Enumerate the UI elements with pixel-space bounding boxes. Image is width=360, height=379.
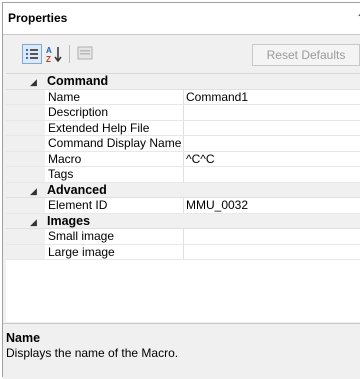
column-divider[interactable] <box>183 229 184 244</box>
svg-text:Z: Z <box>46 55 51 64</box>
property-row[interactable]: Tags <box>6 167 360 183</box>
svg-text:A: A <box>46 46 52 55</box>
row-gutter <box>6 244 45 259</box>
property-row[interactable]: Element ID MMU_0032 <box>6 198 360 214</box>
properties-panel: Properties ⌃ A Z <box>2 2 360 379</box>
property-name: Large image <box>48 244 115 259</box>
panel-title-bar: Properties ⌃ <box>3 3 360 35</box>
property-row[interactable]: Name Command1 <box>6 89 360 105</box>
property-row[interactable]: Command Display Name <box>6 136 360 152</box>
category-label: Command <box>47 74 109 88</box>
category-row-images[interactable]: ◢ Images <box>6 213 360 229</box>
category-label: Images <box>47 213 91 228</box>
properties-toolbar: A Z Reset Defaults <box>3 35 360 71</box>
property-grid: ◢ Command Name Command1 Description Extended … <box>6 73 360 322</box>
row-gutter <box>6 136 45 151</box>
row-gutter <box>6 167 45 182</box>
property-value[interactable]: Command1 <box>186 90 360 105</box>
property-name: Macro <box>48 151 82 166</box>
collapse-triangle-icon[interactable]: ◢ <box>30 184 37 198</box>
column-divider[interactable] <box>183 105 184 120</box>
reset-defaults-button[interactable]: Reset Defaults <box>252 44 360 66</box>
property-name: Small image <box>48 229 115 243</box>
category-label: Advanced <box>47 182 107 197</box>
column-divider[interactable] <box>183 244 184 259</box>
property-name: Command Display Name <box>48 136 181 150</box>
property-row[interactable]: Small image <box>6 229 360 245</box>
property-row[interactable]: Extended Help File <box>6 120 360 136</box>
toolbar-separator <box>69 45 70 63</box>
row-gutter <box>6 198 45 213</box>
column-divider[interactable] <box>183 120 184 135</box>
description-title: Name <box>6 331 41 345</box>
property-name: Description <box>48 105 109 119</box>
categorized-view-button[interactable] <box>22 44 42 64</box>
description-text: Displays the name of the Macro. <box>6 346 179 360</box>
row-gutter <box>6 105 45 120</box>
column-divider[interactable] <box>183 151 184 166</box>
categorized-view-icon <box>26 49 38 59</box>
category-row-advanced[interactable]: ◢ Advanced <box>6 182 360 198</box>
row-gutter <box>6 229 45 244</box>
property-value[interactable]: ^C^C <box>186 152 360 167</box>
alphabetical-sort-button[interactable]: A Z <box>45 44 65 64</box>
property-row[interactable]: Macro ^C^C <box>6 151 360 167</box>
description-pane: Name Displays the name of the Macro. <box>3 323 360 379</box>
column-divider[interactable] <box>183 89 184 104</box>
row-gutter <box>6 89 45 104</box>
column-divider[interactable] <box>183 198 184 213</box>
property-name: Extended Help File <box>48 120 150 135</box>
category-row-command[interactable]: ◢ Command <box>6 74 360 90</box>
row-gutter <box>6 120 45 135</box>
sort-alphabetical-icon: A Z <box>46 46 62 64</box>
property-name: Element ID <box>48 198 108 212</box>
column-divider[interactable] <box>183 167 184 182</box>
property-pages-button[interactable] <box>76 44 96 64</box>
panel-title: Properties <box>8 11 68 25</box>
property-name: Tags <box>48 167 74 181</box>
property-pages-icon <box>77 46 93 60</box>
collapse-triangle-icon[interactable]: ◢ <box>30 215 37 229</box>
collapse-triangle-icon[interactable]: ◢ <box>30 75 37 89</box>
column-divider[interactable] <box>183 136 184 151</box>
row-gutter <box>6 151 45 166</box>
pin-icon[interactable]: ⌃ <box>356 11 360 25</box>
property-row[interactable]: Description <box>6 105 360 121</box>
property-row[interactable]: Large image <box>6 244 360 260</box>
property-name: Name <box>48 89 81 104</box>
property-value[interactable]: MMU_0032 <box>186 198 360 213</box>
